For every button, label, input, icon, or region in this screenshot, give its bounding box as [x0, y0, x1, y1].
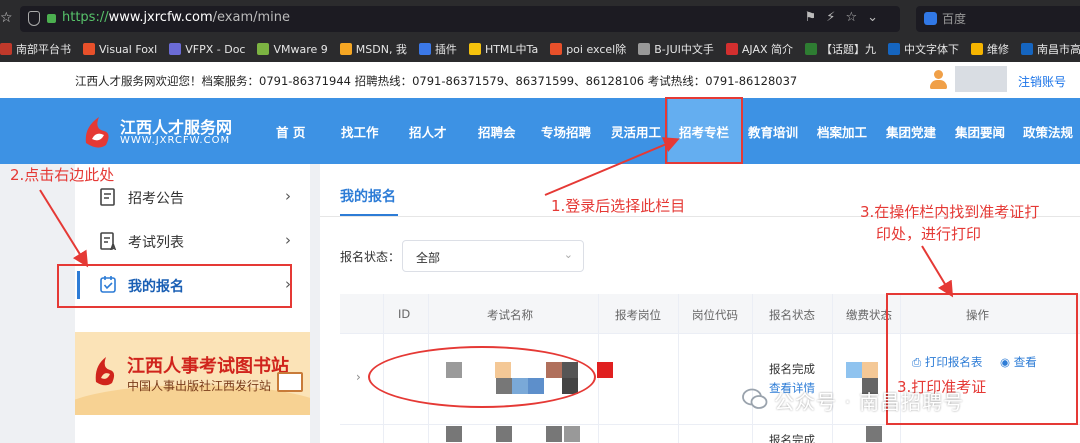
annotation-step2: 2.点击右边此处 [10, 166, 115, 184]
watermark-text: 公众号 · 南昌招聘号 [774, 390, 965, 414]
annotation-step3: 3.在操作栏内找到准考证打 印处，进行打印 [860, 202, 1039, 246]
annotation-step3-line1: 3.在操作栏内找到准考证打 [860, 203, 1040, 221]
annotation-step3-line2: 印处，进行打印 [876, 224, 982, 243]
annotation-step1: 1.登录后选择此栏目 [551, 197, 686, 215]
page: ☆ https://www.jxrcfw.com/exam/mine ⚑⚡☆⌄ … [0, 0, 1080, 443]
wechat-icon [742, 388, 768, 409]
